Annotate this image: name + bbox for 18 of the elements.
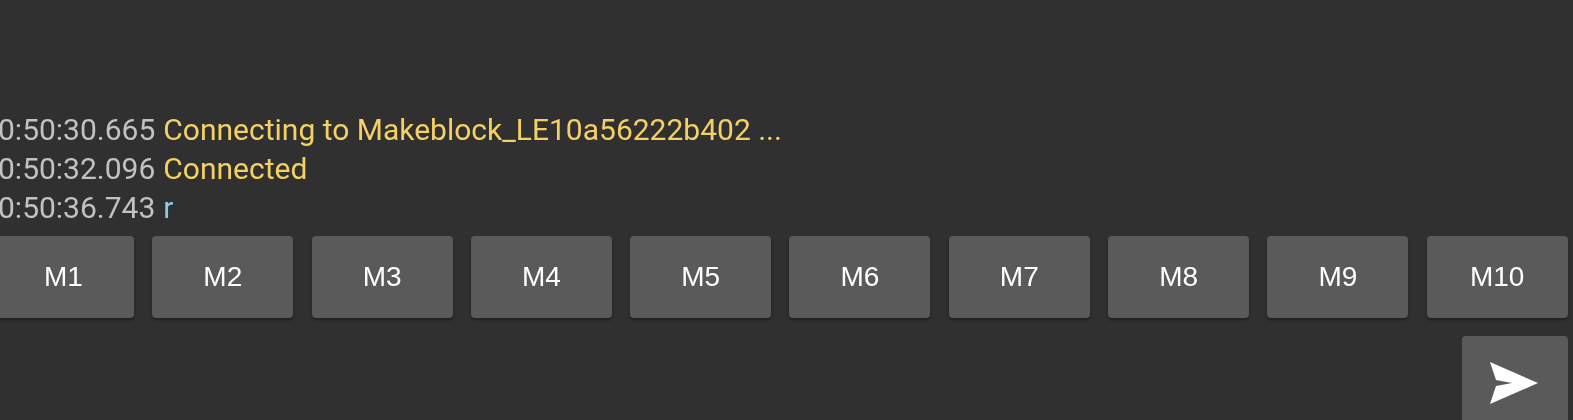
send-icon xyxy=(1490,362,1540,404)
macro-button[interactable]: M8 xyxy=(1108,236,1250,318)
macro-button[interactable]: M2 xyxy=(152,236,294,318)
log-message: Connected xyxy=(163,150,308,188)
send-button[interactable] xyxy=(1462,336,1568,420)
macro-button[interactable]: M3 xyxy=(311,236,453,318)
log-timestamp: 0:50:36.743 xyxy=(0,189,156,227)
macro-button[interactable]: M6 xyxy=(789,236,931,318)
macro-button[interactable]: M7 xyxy=(948,236,1090,318)
macro-button[interactable]: M1 xyxy=(0,236,134,318)
macro-button[interactable]: M9 xyxy=(1267,236,1409,318)
macro-button[interactable]: M10 xyxy=(1426,236,1568,318)
macro-button[interactable]: M4 xyxy=(470,236,612,318)
log-message: r xyxy=(163,189,174,227)
macro-button[interactable]: M5 xyxy=(630,236,772,318)
log-message: Connecting to Makeblock_LE10a56222b402 ... xyxy=(163,111,782,149)
log-timestamp: 0:50:30.665 xyxy=(0,111,156,149)
log-timestamp: 0:50:32.096 xyxy=(0,150,156,188)
